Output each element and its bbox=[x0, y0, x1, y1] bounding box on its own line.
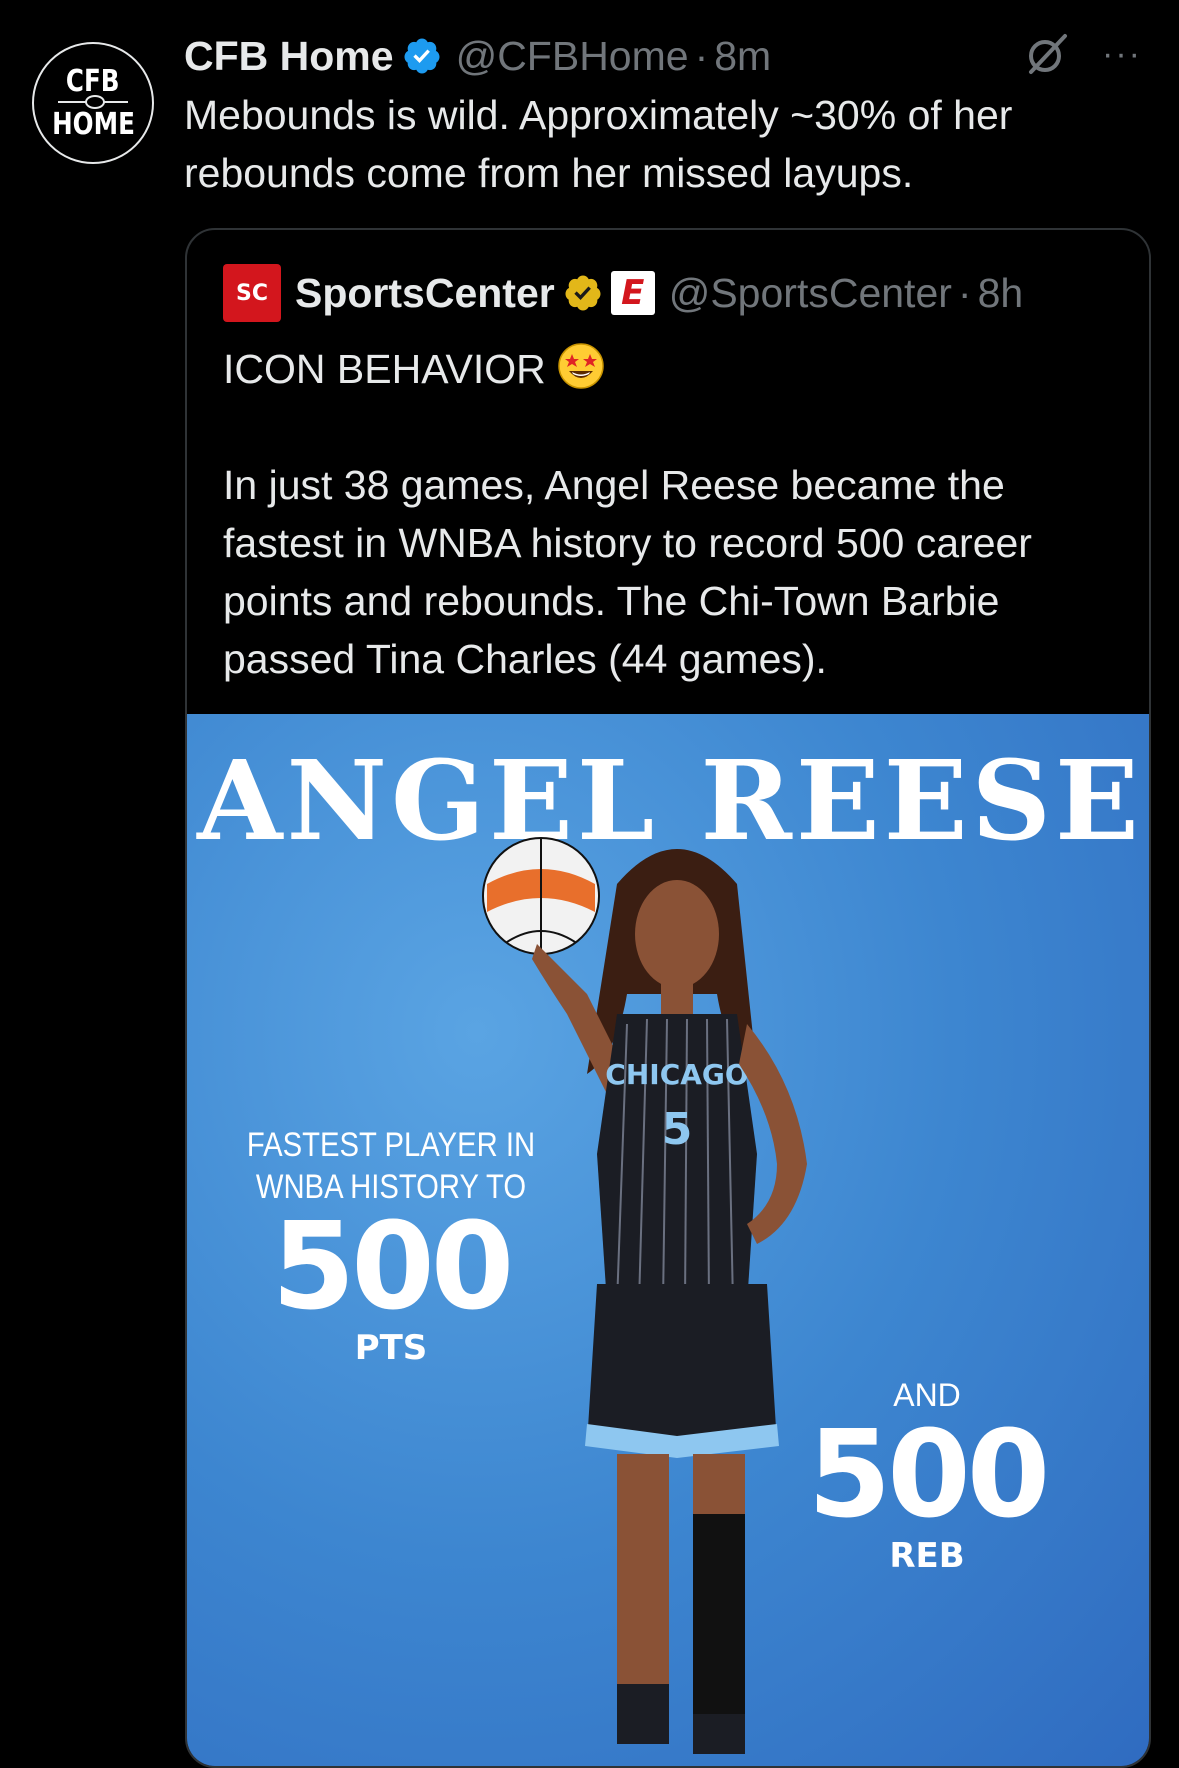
stat-points-label-1: FASTEST PLAYER IN bbox=[246, 1126, 536, 1164]
timestamp[interactable]: 8m bbox=[714, 33, 771, 80]
avatar-football-icon bbox=[58, 94, 128, 109]
stat-points-label-2: WNBA HISTORY TO bbox=[255, 1168, 527, 1206]
stat-rebounds-value: 500 bbox=[807, 1406, 1051, 1545]
quoted-body: In just 38 games, Angel Reese became the… bbox=[223, 462, 1032, 682]
media-image[interactable]: ANGEL REESE CHICAGO 5 FASTEST PLAYER IN … bbox=[187, 714, 1149, 1766]
display-name[interactable]: CFB Home bbox=[184, 33, 394, 80]
stat-points: FASTEST PLAYER IN WNBA HISTORY TO 500 PT… bbox=[221, 1124, 561, 1368]
tweet-text: Mebounds is wild. Approximately ~30% of … bbox=[184, 92, 1013, 196]
jersey-number: 5 bbox=[662, 1104, 693, 1155]
tweet-header: CFB Home @CFBHome · 8m bbox=[184, 28, 771, 84]
sportscenter-logo-text: SC bbox=[236, 280, 268, 306]
avatar-text-bottom: HOME bbox=[51, 106, 135, 142]
more-options-icon[interactable]: ··· bbox=[1100, 34, 1144, 74]
verified-badge-icon bbox=[404, 38, 440, 74]
quoted-tweet-card[interactable]: SC SportsCenter E @SportsCenter · 8h ICO… bbox=[185, 228, 1151, 1768]
espn-badge-letter: E bbox=[621, 273, 645, 313]
quoted-timestamp[interactable]: 8h bbox=[978, 270, 1024, 317]
quoted-separator: · bbox=[957, 269, 972, 316]
avatar-text-top: CFB bbox=[66, 63, 120, 99]
quoted-headline: ICON BEHAVIOR bbox=[223, 346, 546, 392]
espn-badge-icon[interactable]: E bbox=[610, 271, 655, 315]
quoted-line-1: ICON BEHAVIOR bbox=[223, 340, 1123, 398]
quoted-display-name[interactable]: SportsCenter bbox=[295, 270, 555, 317]
separator: · bbox=[694, 32, 709, 79]
quoted-handle[interactable]: @SportsCenter bbox=[669, 270, 952, 317]
sportscenter-logo[interactable]: SC bbox=[223, 264, 281, 322]
star-struck-emoji bbox=[558, 343, 604, 389]
avatar[interactable]: CFB HOME bbox=[32, 42, 154, 164]
quoted-tweet-text: ICON BEHAVIOR In just 38 games, Angel Re… bbox=[223, 340, 1123, 688]
grok-icon[interactable] bbox=[1023, 30, 1071, 78]
handle[interactable]: @CFBHome bbox=[456, 33, 689, 80]
stat-rebounds: AND 500 REB bbox=[757, 1374, 1097, 1576]
quoted-tweet-header: SC SportsCenter E @SportsCenter · 8h bbox=[223, 264, 1023, 322]
stat-points-value: 500 bbox=[271, 1198, 515, 1337]
gold-verified-badge-icon bbox=[565, 275, 601, 311]
jersey-text: CHICAGO bbox=[605, 1058, 748, 1091]
